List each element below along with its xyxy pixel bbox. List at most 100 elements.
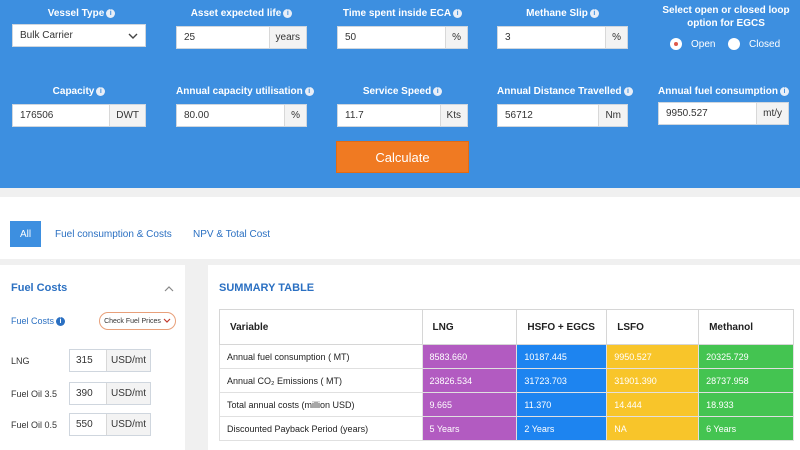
asset-life-unit: years xyxy=(268,27,306,48)
asset-life-input[interactable]: 25 years xyxy=(176,26,307,49)
tab-npv-total-cost[interactable]: NPV & Total Cost xyxy=(193,221,270,247)
tab-fuel-consumption[interactable]: Fuel consumption & Costs xyxy=(55,221,172,247)
time-eca-value: 50 xyxy=(345,32,357,43)
info-icon[interactable]: i xyxy=(56,316,66,326)
table-header-row: Variable LNG HSFO + EGCS LSFO Methanol xyxy=(219,309,794,345)
lng-price-unit: USD/mt xyxy=(106,350,150,371)
lng-cell: 23826.534 xyxy=(421,368,518,393)
utilisation-value: 80.00 xyxy=(184,110,210,121)
methane-slip-input[interactable]: 3 % xyxy=(497,26,628,49)
methane-slip-unit: % xyxy=(605,27,627,48)
vessel-type-select[interactable]: Bulk Carrier xyxy=(12,24,146,47)
distance-input[interactable]: 56712 Nm xyxy=(497,104,628,127)
fuel-row-name: Fuel Oil 3.5 xyxy=(11,389,58,399)
fo35-price-value: 390 xyxy=(76,388,93,399)
variable-cell: Discounted Payback Period (years) xyxy=(219,416,423,441)
capacity-input[interactable]: 176506 DWT xyxy=(12,104,146,127)
speed-input[interactable]: 11.7 Kts xyxy=(337,104,468,127)
calculate-button[interactable]: Calculate xyxy=(336,141,469,173)
summary-table-title: SUMMARY TABLE xyxy=(219,282,315,294)
lsfo-cell: 9950.527 xyxy=(606,344,700,369)
methanol-cell: 18.933 xyxy=(698,392,794,417)
fuel-consumption-label: Annual fuel consumption xyxy=(658,86,778,97)
lsfo-cell: 31901.390 xyxy=(606,368,700,393)
info-icon[interactable]: i xyxy=(780,87,789,96)
info-icon[interactable]: i xyxy=(283,9,293,18)
utilisation-input[interactable]: 80.00 % xyxy=(176,104,307,127)
utilisation-unit: % xyxy=(284,105,306,126)
time-eca-input[interactable]: 50 % xyxy=(337,26,468,49)
lng-cell: 9.665 xyxy=(421,392,518,417)
info-icon[interactable]: i xyxy=(96,87,106,96)
asset-life-label: Asset expected life xyxy=(190,8,282,19)
hsfo-cell: 2 Years xyxy=(516,416,608,441)
egcs-open-label: Open xyxy=(691,38,716,50)
table-row: Annual fuel consumption ( MT) 8583.660 1… xyxy=(219,344,794,369)
info-icon[interactable]: i xyxy=(106,9,116,18)
table-row: Total annual costs (million USD) 9.665 1… xyxy=(219,392,794,417)
lng-price-value: 315 xyxy=(76,355,93,366)
lsfo-cell: 14.444 xyxy=(606,392,700,417)
column-header-lsfo: LSFO xyxy=(606,309,700,345)
speed-value: 11.7 xyxy=(345,110,364,121)
distance-label: Annual Distance Travelled xyxy=(497,86,622,97)
fo05-price-unit: USD/mt xyxy=(106,414,150,435)
info-icon[interactable]: i xyxy=(453,9,463,18)
methane-slip-value: 3 xyxy=(505,32,511,43)
egcs-closed-label: Closed xyxy=(749,38,781,50)
fo05-price-input[interactable]: 550 USD/mt xyxy=(69,413,151,436)
variable-cell: Annual CO₂ Emissions ( MT) xyxy=(219,368,423,393)
fuel-row-name: LNG xyxy=(11,356,30,366)
speed-label: Service Speed xyxy=(362,86,432,97)
table-row: Annual CO₂ Emissions ( MT) 23826.534 317… xyxy=(219,368,794,393)
chevron-down-icon xyxy=(128,33,138,39)
fuel-consumption-input[interactable]: 9950.527 mt/y xyxy=(658,102,789,125)
fuel-row-name: Fuel Oil 0.5 xyxy=(11,420,58,430)
fo35-price-unit: USD/mt xyxy=(106,383,150,404)
lng-cell: 8583.660 xyxy=(421,344,518,369)
chevron-up-icon[interactable] xyxy=(163,284,175,292)
table-row: Discounted Payback Period (years) 5 Year… xyxy=(219,416,794,441)
egcs-title: Select open or closed loop option for EG… xyxy=(662,5,790,29)
vessel-type-value: Bulk Carrier xyxy=(20,30,73,41)
fuel-consumption-value: 9950.527 xyxy=(666,108,708,119)
distance-unit: Nm xyxy=(598,105,627,126)
methane-slip-label: Methane Slip xyxy=(526,8,588,19)
time-eca-unit: % xyxy=(445,27,467,48)
capacity-label: Capacity xyxy=(52,86,95,97)
variable-cell: Total annual costs (million USD) xyxy=(219,392,423,417)
fuel-costs-title: Fuel Costs xyxy=(11,282,68,294)
lng-price-input[interactable]: 315 USD/mt xyxy=(69,349,151,372)
hsfo-cell: 10187.445 xyxy=(516,344,608,369)
speed-unit: Kts xyxy=(439,105,467,126)
fo35-price-input[interactable]: 390 USD/mt xyxy=(69,382,151,405)
fuel-costs-label: Fuel Costs i xyxy=(11,316,66,326)
column-header-hsfo: HSFO + EGCS xyxy=(516,309,608,345)
methanol-cell: 6 Years xyxy=(698,416,794,441)
fuel-consumption-unit: mt/y xyxy=(756,103,788,124)
distance-value: 56712 xyxy=(505,110,533,121)
fo05-price-value: 550 xyxy=(76,419,93,430)
info-icon[interactable]: i xyxy=(623,87,633,96)
methanol-cell: 28737.958 xyxy=(698,368,794,393)
tab-all[interactable]: All xyxy=(10,221,42,247)
check-fuel-prices-button[interactable]: Check Fuel Prices xyxy=(99,312,176,330)
radio-selected-icon[interactable] xyxy=(670,38,682,50)
info-icon[interactable]: i xyxy=(589,9,599,18)
hsfo-cell: 31723.703 xyxy=(516,368,608,393)
methanol-cell: 20325.729 xyxy=(698,344,794,369)
chevron-down-icon xyxy=(163,318,171,323)
asset-life-value: 25 xyxy=(184,32,196,43)
check-fuel-prices-label: Check Fuel Prices xyxy=(104,317,161,325)
egcs-closed-radio[interactable]: Closed xyxy=(728,38,780,50)
vessel-type-label: Vessel Type xyxy=(47,8,105,19)
summary-table: Variable LNG HSFO + EGCS LSFO Methanol A… xyxy=(219,309,794,441)
lsfo-cell: NA xyxy=(606,416,700,441)
info-icon[interactable]: i xyxy=(304,87,314,96)
radio-unselected-icon[interactable] xyxy=(728,38,740,50)
fuel-costs-label-text: Fuel Costs xyxy=(11,316,55,326)
egcs-open-radio[interactable]: Open xyxy=(670,38,715,50)
lng-cell: 5 Years xyxy=(421,416,518,441)
time-eca-label: Time spent inside ECA xyxy=(342,8,452,19)
info-icon[interactable]: i xyxy=(433,87,443,96)
